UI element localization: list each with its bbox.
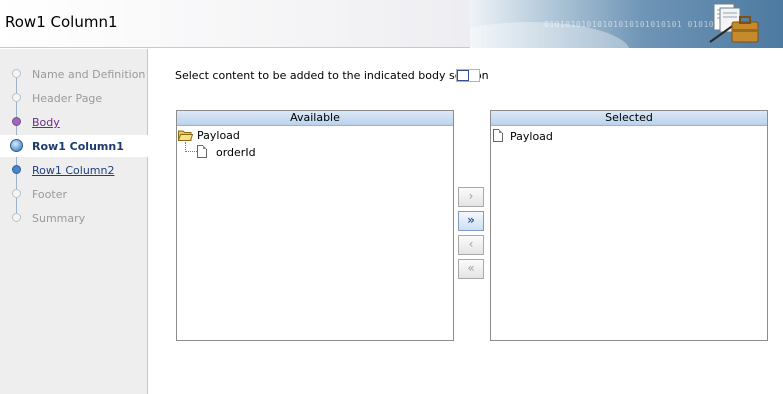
train-step-dot <box>12 165 21 174</box>
page-header: Row1 Column1 01010101010101010101010101 … <box>0 0 783 48</box>
train-step-dot <box>12 189 21 198</box>
main-content: Select content to be added to the indica… <box>160 49 783 394</box>
train-step-label[interactable]: Row1 Column2 <box>32 164 115 177</box>
tree-item-label: Payload <box>197 129 240 142</box>
document-icon <box>493 129 503 142</box>
tree-item-payload[interactable]: Payload <box>178 128 448 144</box>
folder-open-icon <box>178 130 193 141</box>
header-banner: 01010101010101010101010101 010101010 <box>470 0 783 48</box>
selected-header: Selected <box>491 111 767 126</box>
train-step-dot <box>12 213 21 222</box>
tree-item-label: orderId <box>216 146 256 159</box>
train-step-current-dot <box>10 139 23 152</box>
train-step-body[interactable]: Body <box>0 111 148 133</box>
remove-button[interactable]: ‹ <box>458 235 484 255</box>
train-step-label[interactable]: Body <box>32 116 60 129</box>
tree-branch-line <box>185 142 197 152</box>
train-step-label: Header Page <box>32 92 103 105</box>
move-button[interactable]: › <box>458 187 484 207</box>
train-step-label: Row1 Column1 <box>32 140 124 153</box>
train-step-summary: Summary <box>0 207 148 229</box>
train-step-label: Footer <box>32 188 67 201</box>
train-step-label: Name and Definition <box>32 68 146 81</box>
train-step-header-page: Header Page <box>0 87 148 109</box>
selected-item-payload[interactable]: Payload <box>493 129 763 145</box>
instruction-text: Select content to be added to the indica… <box>175 69 489 82</box>
train-navigation: Name and Definition Header Page Body Row… <box>0 49 148 394</box>
selected-panel: Selected Payload <box>490 110 768 341</box>
remove-all-button[interactable]: « <box>458 259 484 279</box>
banner-binary-text: 01010101010101010101010101 010101010 <box>544 20 736 29</box>
train-step-row1-column2[interactable]: Row1 Column2 <box>0 159 148 181</box>
train-step-row1-column1: Row1 Column1 <box>0 135 148 157</box>
train-step-dot <box>12 117 21 126</box>
document-icon <box>197 145 207 158</box>
available-header: Available <box>177 111 453 126</box>
selected-item-label: Payload <box>510 130 553 143</box>
available-panel: Available Payload orderId <box>176 110 454 341</box>
body-section-indicator <box>456 69 480 82</box>
page-title: Row1 Column1 <box>5 13 118 31</box>
train-step-dot <box>12 93 21 102</box>
train-step-dot <box>12 69 21 78</box>
train-step-label: Summary <box>32 212 86 225</box>
briefcase-documents-icon <box>709 3 759 43</box>
train-step-footer: Footer <box>0 183 148 205</box>
indicated-section-cell <box>457 70 469 81</box>
move-all-button[interactable]: » <box>458 211 484 231</box>
tree-item-orderid[interactable]: orderId <box>197 145 447 161</box>
train-step-name-and-definition: Name and Definition <box>0 63 148 85</box>
